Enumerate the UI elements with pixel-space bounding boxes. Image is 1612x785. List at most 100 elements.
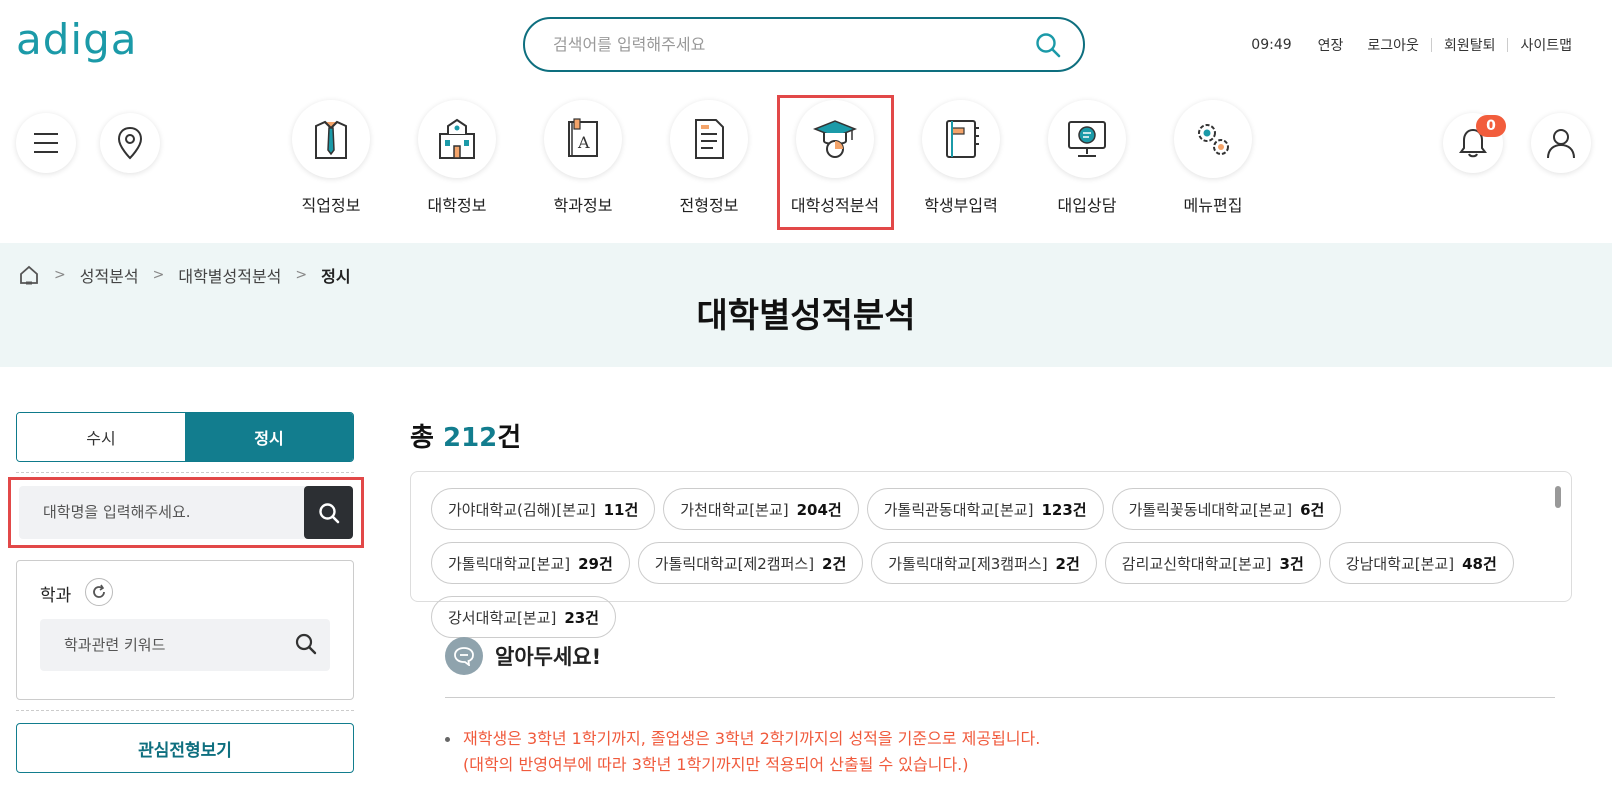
admission-icon [670, 100, 748, 178]
department-keyword-box [40, 619, 330, 671]
breadcrumb-item[interactable]: 성적분석 [80, 263, 139, 287]
breadcrumb-current: 정시 [321, 267, 351, 286]
university-chip[interactable]: 가톨릭대학교[본교] 29건 [431, 542, 630, 584]
notice-title: 알아두세요! [495, 645, 602, 669]
total-prefix: 총 [410, 423, 443, 453]
chevron-right-icon: > [152, 267, 165, 283]
university-search-button[interactable] [304, 486, 353, 539]
university-chip[interactable]: 가야대학교(김해)[본교] 11건 [431, 488, 656, 530]
consult-icon [1048, 100, 1126, 178]
university-chip[interactable]: 가천대학교[본교] 204건 [663, 488, 859, 530]
breadcrumb: > 성적분석 > 대학별성적분석 > 정시 [18, 263, 351, 287]
session-timer: 09:49 [1251, 37, 1292, 53]
nav-university-info[interactable]: 대학정보 [402, 100, 512, 216]
nav-consult[interactable]: 대입상담 [1032, 100, 1142, 216]
divider [16, 710, 354, 711]
university-name: 가야대학교(김해)[본교] [448, 500, 596, 519]
tab-regular-admission[interactable]: 정시 [185, 413, 353, 461]
university-count: 29건 [578, 554, 613, 573]
nav-menu-edit[interactable]: 메뉴편집 [1158, 100, 1268, 216]
notice-line-2: (대학의 반영여부에 따라 3학년 1학기까지만 적용되어 산출될 수 있습니다… [463, 755, 969, 774]
location-pin-icon [117, 126, 143, 160]
university-search-input[interactable] [43, 503, 293, 521]
tab-early-admission[interactable]: 수시 [17, 413, 185, 461]
chat-bubble-icon [445, 637, 483, 675]
university-name: 가톨릭대학교[본교] [448, 554, 571, 573]
university-chip[interactable]: 가톨릭대학교[제2캠퍼스] 2건 [637, 542, 864, 584]
nav-label: 학생부입력 [924, 196, 998, 215]
reset-button[interactable] [85, 578, 113, 606]
university-chip[interactable]: 가톨릭꽃동네대학교[본교] 6건 [1111, 488, 1342, 530]
nav-department-info[interactable]: A 학과정보 [528, 100, 638, 216]
divider [445, 697, 1555, 698]
search-input[interactable] [553, 35, 1033, 54]
location-button[interactable] [100, 113, 160, 173]
department-icon: A [544, 100, 622, 178]
search-icon[interactable] [294, 632, 320, 658]
adiga-logo[interactable]: adiga [16, 18, 137, 70]
university-count: 23건 [564, 608, 599, 627]
university-search-area [8, 477, 364, 548]
nav-label: 학과정보 [553, 196, 613, 215]
extend-session-link[interactable]: 연장 [1306, 35, 1356, 55]
university-name: 강남대학교[본교] [1345, 554, 1455, 573]
department-keyword-input[interactable] [64, 636, 284, 654]
chevron-right-icon: > [295, 267, 308, 283]
nav-label: 직업정보 [301, 196, 361, 215]
university-icon [418, 100, 496, 178]
university-name: 가톨릭꽃동네대학교[본교] [1128, 500, 1293, 519]
university-count: 2건 [1055, 554, 1080, 573]
university-chip[interactable]: 가톨릭대학교[제3캠퍼스] 2건 [871, 542, 1097, 584]
university-chip[interactable]: 강서대학교[본교] 23건 [431, 596, 616, 638]
page-title: 대학별성적분석 [696, 296, 916, 336]
notice-text: 재학생은 3학년 1학기까지, 졸업생은 3학년 2학기까지의 성적을 기준으로… [445, 726, 1040, 778]
university-search-box [19, 486, 353, 539]
university-name: 가톨릭대학교[제2캠퍼스] [654, 554, 815, 573]
nav-job-info[interactable]: 직업정보 [276, 100, 386, 216]
user-menu-button[interactable] [1531, 113, 1591, 173]
total-count: 212 [442, 423, 498, 453]
university-count: 6건 [1300, 500, 1325, 519]
total-suffix: 건 [497, 423, 522, 453]
scrollbar[interactable] [1555, 486, 1561, 591]
scrollbar-thumb[interactable] [1555, 486, 1561, 508]
sitemap-link[interactable]: 사이트맵 [1508, 35, 1584, 55]
university-count: 204건 [796, 500, 842, 519]
gear-icon [1174, 100, 1252, 178]
admission-type-tabs: 수시 정시 [16, 412, 354, 462]
record-book-icon [922, 100, 1000, 178]
user-icon [1547, 129, 1575, 159]
notice-header: 알아두세요! [445, 637, 601, 675]
view-interest-admissions-button[interactable]: 관심전형보기 [16, 723, 354, 773]
logout-link[interactable]: 로그아웃 [1355, 35, 1431, 55]
university-name: 가톨릭대학교[제3캠퍼스] [888, 554, 1048, 573]
nav-label: 대학정보 [427, 196, 487, 215]
breadcrumb-item[interactable]: 대학별성적분석 [178, 263, 281, 287]
university-count: 2건 [822, 554, 847, 573]
chevron-right-icon: > [54, 267, 66, 283]
notification-count-badge: 0 [1476, 115, 1506, 137]
search-icon [318, 502, 339, 523]
utility-menu: 09:49 연장 로그아웃 회원탈퇴 사이트맵 [1239, 35, 1584, 55]
nav-student-record[interactable]: 학생부입력 [906, 100, 1016, 216]
job-icon [292, 100, 370, 178]
department-filter: 학과 [16, 560, 354, 700]
svg-text:A: A [577, 133, 590, 152]
refresh-icon [93, 584, 105, 598]
university-list-box: 가야대학교(김해)[본교] 11건 가천대학교[본교] 204건 가톨릭관동대학교[… [410, 471, 1572, 638]
university-count: 123건 [1041, 500, 1087, 519]
nav-label: 메뉴편집 [1183, 196, 1243, 215]
withdraw-link[interactable]: 회원탈퇴 [1432, 35, 1508, 55]
nav-label: 대입상담 [1057, 196, 1117, 215]
university-chip-list: 가야대학교(김해)[본교] 11건 가천대학교[본교] 204건 가톨릭관동대학교[… [431, 488, 1531, 638]
home-icon[interactable] [18, 264, 40, 286]
university-name: 가톨릭관동대학교[본교] [883, 500, 1034, 519]
university-chip[interactable]: 강남대학교[본교] 48건 [1328, 542, 1514, 584]
nav-admission-info[interactable]: 전형정보 [654, 100, 764, 216]
university-name: 강서대학교[본교] [448, 608, 557, 627]
university-chip[interactable]: 가톨릭관동대학교[본교] 123건 [866, 488, 1104, 530]
university-chip[interactable]: 감리교신학대학교[본교] 3건 [1104, 542, 1321, 584]
search-icon[interactable] [1033, 30, 1063, 60]
hamburger-menu-button[interactable] [16, 113, 76, 173]
result-total: 총 212건 [410, 417, 521, 454]
